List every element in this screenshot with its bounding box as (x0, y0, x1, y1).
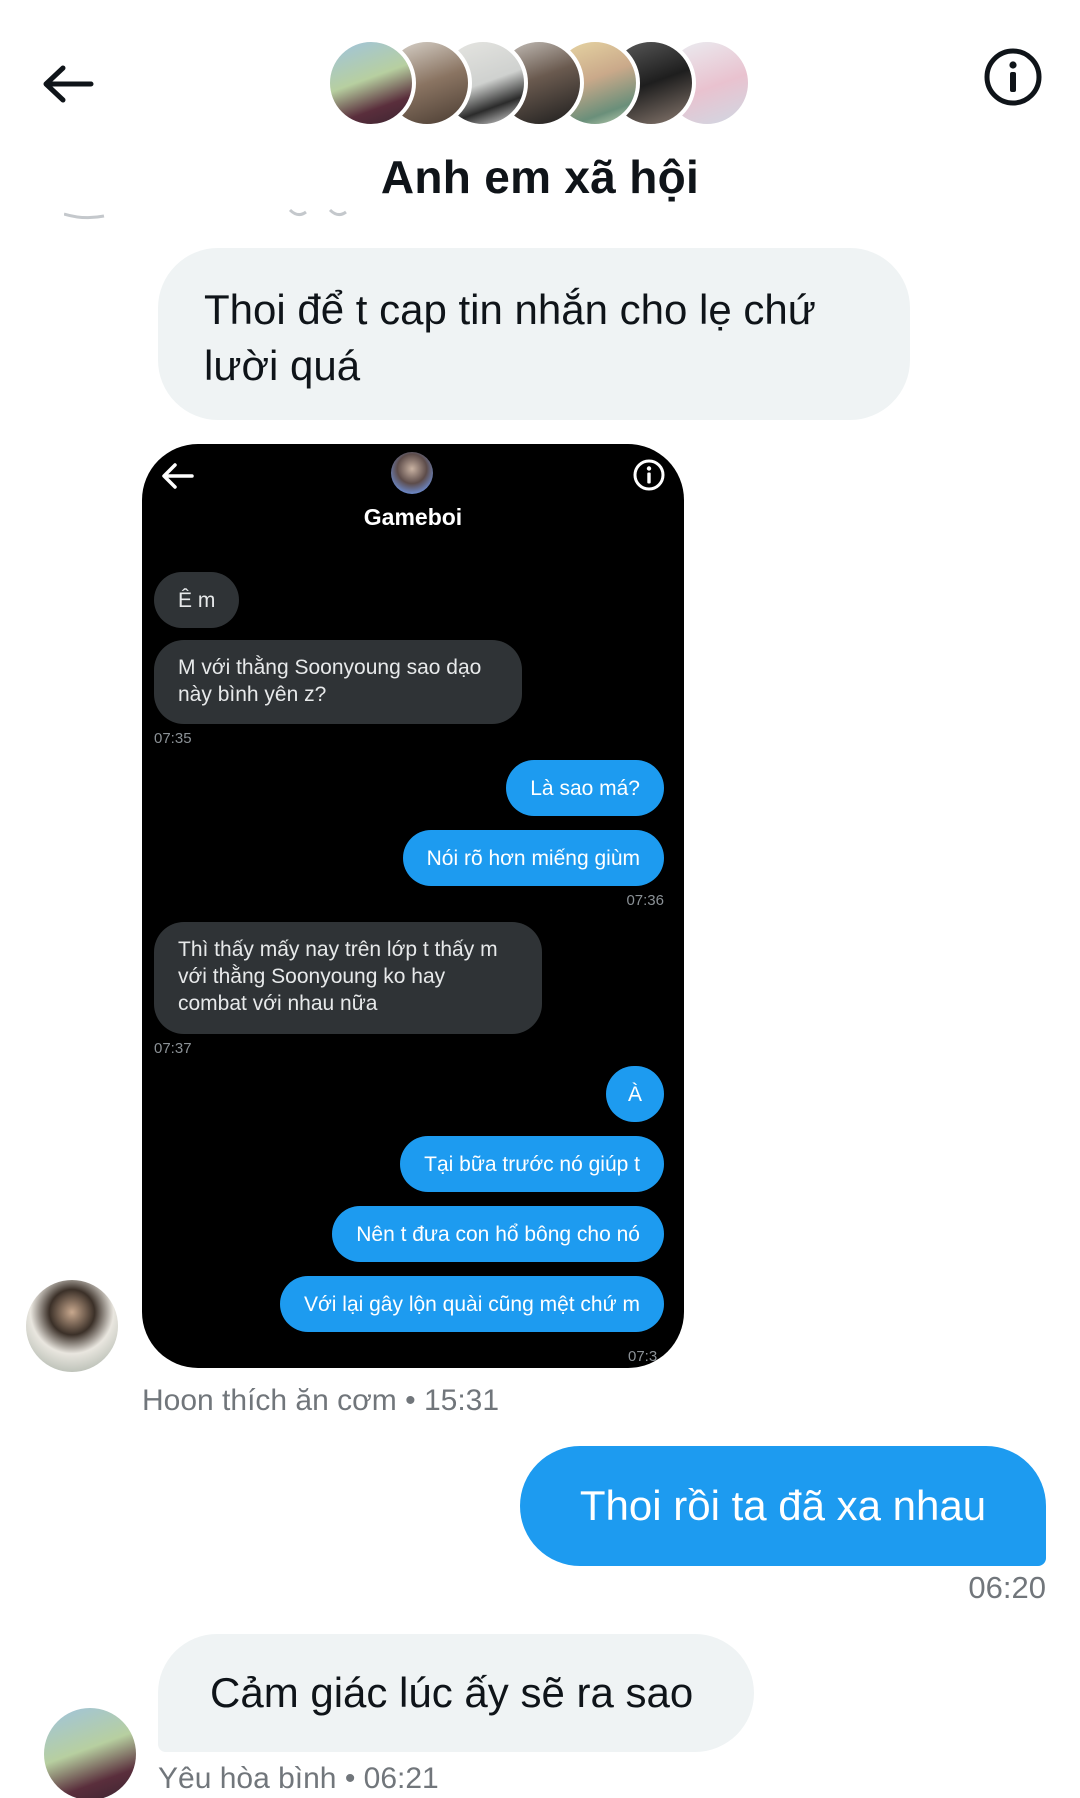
image-attachment[interactable]: Gameboi Ê m M với thằng Soonyoung sao dạ… (142, 444, 684, 1368)
member-avatar (326, 38, 416, 128)
message-meta: Yêu hòa bình • 06:21 (158, 1762, 439, 1795)
sender-avatar[interactable] (26, 1280, 118, 1372)
screenshot-bubble-outgoing: À (605, 1066, 664, 1122)
screenshot-bubble-outgoing: Là sao má? (506, 760, 664, 816)
message-bubble-outgoing[interactable]: Thoi rồi ta đã xa nhau (520, 1446, 1046, 1566)
group-avatars[interactable] (326, 38, 766, 128)
screenshot-contact-name: Gameboi (363, 504, 463, 530)
conversation-header: Anh em xã hội (0, 0, 1080, 215)
group-title[interactable]: Anh em xã hội (0, 150, 1080, 204)
screenshot-bubble-outgoing: Nên t đưa con hổ bông cho nó (332, 1206, 664, 1262)
screenshot-timestamp: 07:36 (626, 892, 664, 909)
screenshot-timestamp: 07:3 (628, 1348, 658, 1365)
message-meta: Hoon thích ăn cơm • 15:31 (142, 1384, 500, 1417)
screenshot-bubble-outgoing: Nói rõ hơn miếng giùm (402, 830, 664, 886)
screenshot-bubble-incoming: Ê m (154, 572, 240, 628)
sender-avatar[interactable] (44, 1708, 136, 1798)
message-bubble-incoming[interactable]: Thoi để t cap tin nhắn cho lẹ chứ lười q… (158, 248, 910, 420)
info-circle-icon (984, 48, 1042, 106)
arrow-left-icon (43, 65, 94, 103)
contact-avatar (391, 452, 433, 494)
message-bubble-incoming[interactable]: Cảm giác lúc ấy sẽ ra sao (158, 1634, 754, 1752)
screenshot-bubble-incoming: Thì thấy mấy nay trên lớp t thấy m với t… (154, 922, 542, 1034)
screenshot-bubble-outgoing: Với lại gây lộn quài cũng mệt chứ m (280, 1276, 664, 1332)
scrolled-content-remnant (64, 208, 347, 220)
screenshot-timestamp: 07:37 (154, 1040, 192, 1057)
screenshot-bubble-outgoing: Tại bữa trước nó giúp t (400, 1136, 664, 1192)
screenshot-bubble-incoming: M với thằng Soonyoung sao dạo này bình y… (154, 640, 522, 724)
arrow-left-icon (162, 463, 194, 489)
info-button[interactable] (978, 42, 1048, 112)
info-circle-icon (633, 459, 665, 491)
message-timestamp: 06:20 (968, 1570, 1046, 1605)
back-button[interactable] (36, 52, 100, 116)
screenshot-timestamp: 07:35 (154, 730, 192, 747)
